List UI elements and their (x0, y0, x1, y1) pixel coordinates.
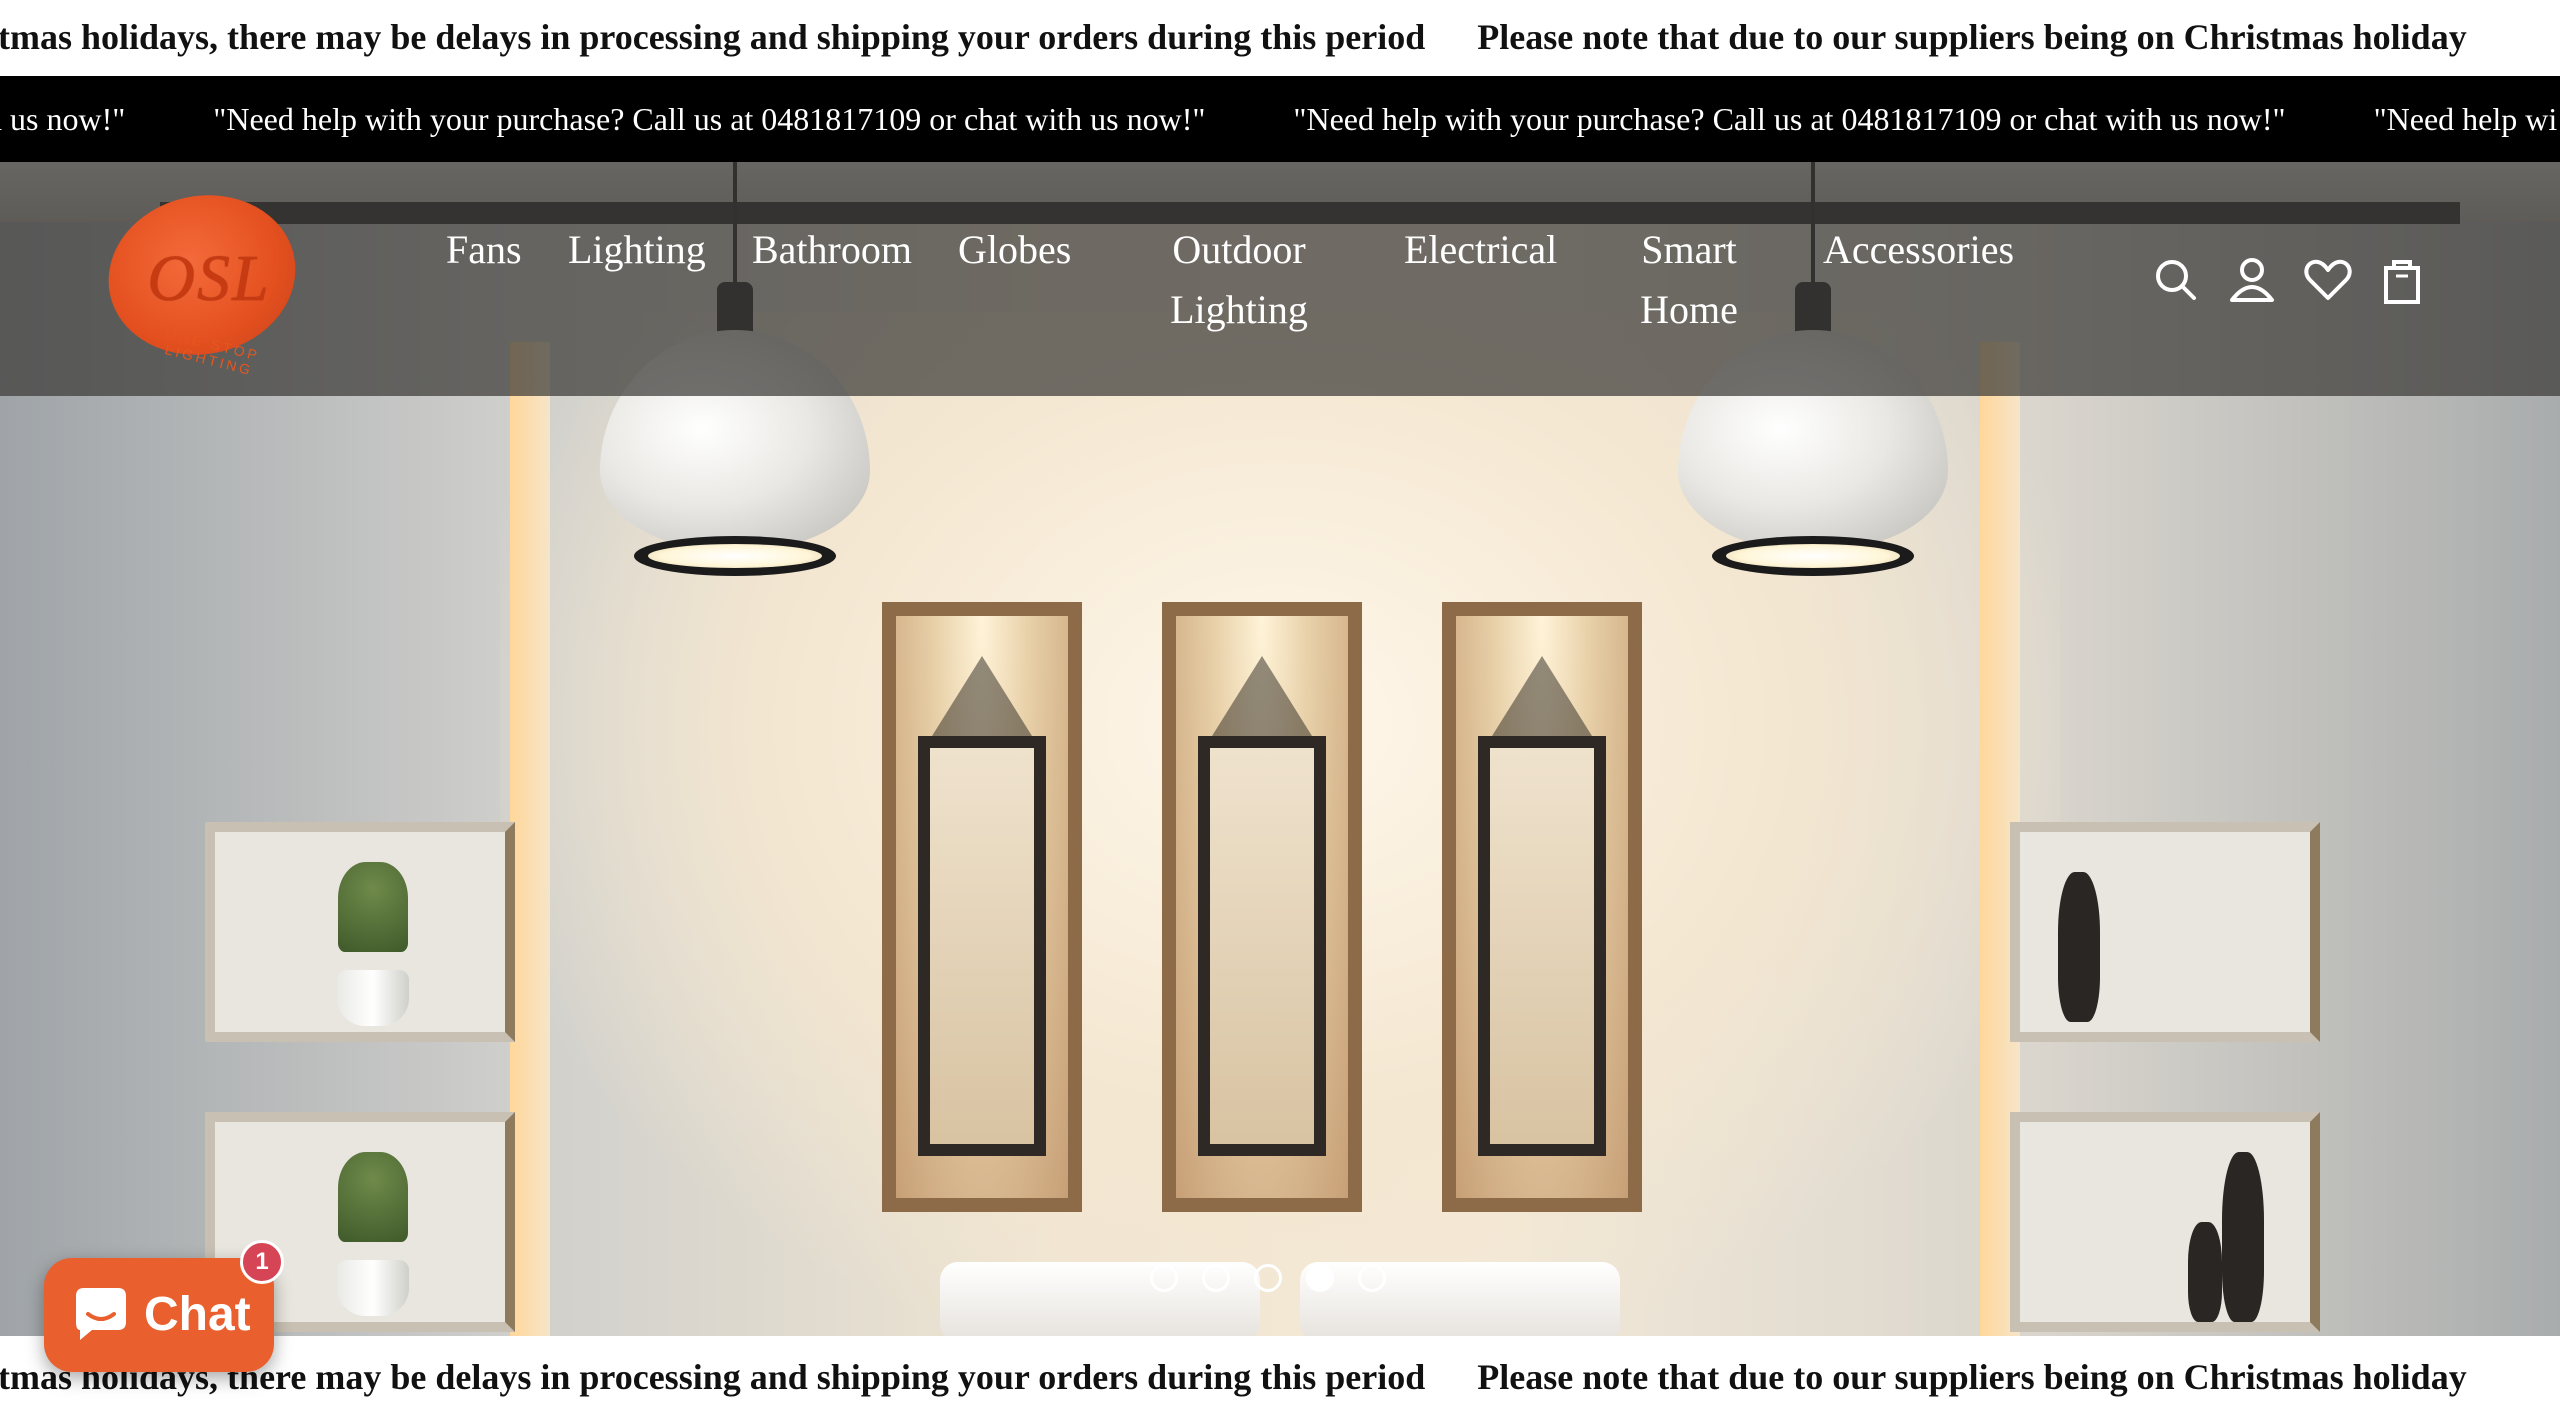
nav-item-bathroom[interactable]: Bathroom (752, 220, 912, 280)
hero-shelf (2010, 1112, 2320, 1332)
hero-vase (2222, 1152, 2264, 1322)
announcement-message: hristmas holidays, there may be delays i… (0, 17, 1426, 57)
slide-dot[interactable] (1358, 1264, 1386, 1292)
help-message: "Need help with your purchase? Call us a… (213, 101, 1206, 137)
chat-bubble-icon (70, 1284, 132, 1346)
hero-wall-niche (1442, 602, 1642, 1212)
nav-item-accessories[interactable]: Accessories (1823, 220, 2014, 280)
chat-widget-button[interactable]: Chat 1 (44, 1240, 284, 1372)
help-message: "Need help with your purchase? Call us a… (1293, 101, 2286, 137)
hero-cat-figurine (2058, 872, 2100, 1022)
hero-plant (338, 1152, 408, 1242)
header-actions (2150, 254, 2430, 314)
announcement-bar-bottom: hristmas holidays, there may be delays i… (0, 1336, 2560, 1418)
slideshow-dots (1150, 1264, 1410, 1294)
help-message: h us now!" (0, 101, 126, 137)
hero-shelf (2010, 822, 2320, 1042)
announcement-message: Please note that due to our suppliers be… (1477, 1357, 2467, 1397)
help-message: "Need help wi (2373, 101, 2558, 137)
slide-dot[interactable] (1202, 1264, 1230, 1292)
slide-dot-active[interactable] (1306, 1264, 1334, 1292)
hero-pot (337, 1260, 409, 1316)
help-marquee: h us now!" "Need help with your purchase… (0, 76, 2560, 162)
hero-wall-niche (882, 602, 1082, 1212)
site-header: OSL ONE STOP LIGHTING Fans Lighting Bath… (0, 162, 2560, 396)
hero-wall-light-left (510, 342, 550, 1336)
chat-label: Chat (144, 1288, 251, 1341)
nav-item-globes[interactable]: Globes (958, 220, 1071, 280)
chat-unread-badge: 1 (240, 1240, 284, 1284)
slide-dot[interactable] (1254, 1264, 1282, 1292)
shopping-bag-icon[interactable] (2376, 254, 2428, 306)
search-icon[interactable] (2150, 254, 2202, 306)
nav-item-electrical[interactable]: Electrical (1404, 220, 1557, 280)
nav-item-lighting[interactable]: Lighting (568, 220, 706, 280)
hero-pot (337, 970, 409, 1026)
account-icon[interactable] (2226, 254, 2278, 306)
hero-vase (2188, 1222, 2222, 1322)
wishlist-heart-icon[interactable] (2302, 254, 2354, 306)
slide-dot[interactable] (1150, 1264, 1178, 1292)
announcement-message: Please note that due to our suppliers be… (1477, 17, 2467, 57)
nav-item-smart-home[interactable]: Smart Home (1630, 220, 1748, 340)
announcement-bar-top: hristmas holidays, there may be delays i… (0, 0, 2560, 76)
hero-wall-niche (1162, 602, 1362, 1212)
nav-item-outdoor-lighting[interactable]: Outdoor Lighting (1150, 220, 1328, 340)
nav-item-fans[interactable]: Fans (446, 220, 522, 280)
hero-plant (338, 862, 408, 952)
